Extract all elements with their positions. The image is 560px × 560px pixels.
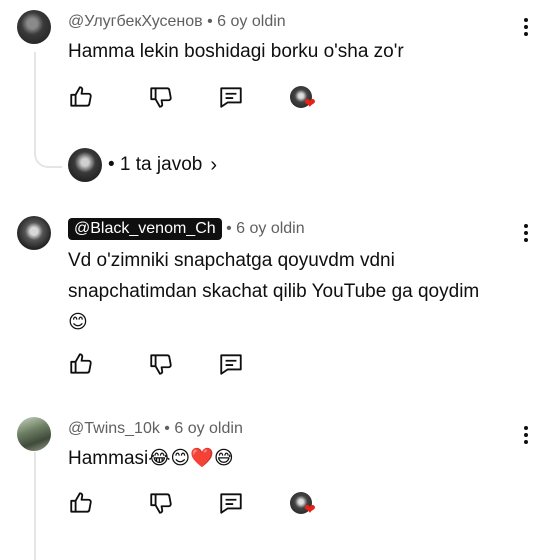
creator-heart-icon: ❤ (290, 492, 320, 522)
comment-emoji: 😊 (68, 311, 88, 333)
thumb-up-icon[interactable] (68, 490, 94, 516)
thumb-down-icon[interactable] (148, 351, 174, 377)
heart-icon: ❤ (304, 95, 316, 111)
comment-text: Hamma lekin boshidagi borku o'sha zo'r (68, 41, 404, 62)
thumb-down-icon[interactable] (148, 84, 174, 110)
heart-icon: ❤ (304, 501, 316, 517)
thumb-up-icon[interactable] (68, 351, 94, 377)
comment-meta: @Twins_10k • 6 oy oldin (68, 420, 243, 438)
comment-text: Hammasi😂😊❤️😅 (68, 443, 528, 474)
reply-comment-icon[interactable] (218, 84, 244, 110)
comment-author-badge[interactable]: @Black_venom_Ch (68, 218, 222, 240)
reply-comment-icon[interactable] (218, 490, 244, 516)
comment-meta: @УлугбекХусенов • 6 oy oldin (68, 13, 286, 31)
more-vert-icon[interactable] (516, 16, 536, 38)
more-vert-icon[interactable] (516, 222, 536, 244)
creator-heart-icon: ❤ (290, 86, 320, 116)
comment-age: • 6 oy oldin (164, 420, 243, 437)
comment-author[interactable]: @УлугбекХусенов (68, 13, 203, 30)
avatar[interactable] (17, 417, 51, 451)
replies-count: • 1 ta javob (108, 154, 203, 175)
comment-text-line: snapchatimdan skachat qilib YouTube ga q… (68, 281, 480, 302)
reply-avatar (68, 148, 102, 182)
thread-line (34, 52, 60, 152)
comment-emoji: 😂😊❤️😅 (148, 447, 234, 469)
comment-meta: @Black_venom_Ch • 6 oy oldin (68, 218, 305, 240)
comment-text-line: Hammasi (68, 448, 149, 469)
avatar[interactable] (17, 10, 51, 44)
avatar[interactable] (17, 216, 51, 250)
thumb-up-icon[interactable] (68, 84, 94, 110)
comment-age: • 6 oy oldin (207, 13, 286, 30)
reply-comment-icon[interactable] (218, 351, 244, 377)
thumb-down-icon[interactable] (148, 490, 174, 516)
comment-text: Vd o'zimniki snapchatga qoyuvdm vdni sna… (68, 245, 528, 338)
view-replies-button[interactable]: • 1 ta javob › (68, 148, 217, 182)
thread-curve (34, 150, 62, 168)
thread-line (34, 452, 60, 560)
comment-author[interactable]: @Twins_10k (68, 420, 160, 437)
comment-text-line: Vd o'zimniki snapchatga qoyuvdm vdni (68, 250, 395, 271)
more-vert-icon[interactable] (516, 424, 536, 446)
comment-age: • 6 oy oldin (226, 220, 305, 237)
chevron-right-icon: › (210, 153, 217, 176)
